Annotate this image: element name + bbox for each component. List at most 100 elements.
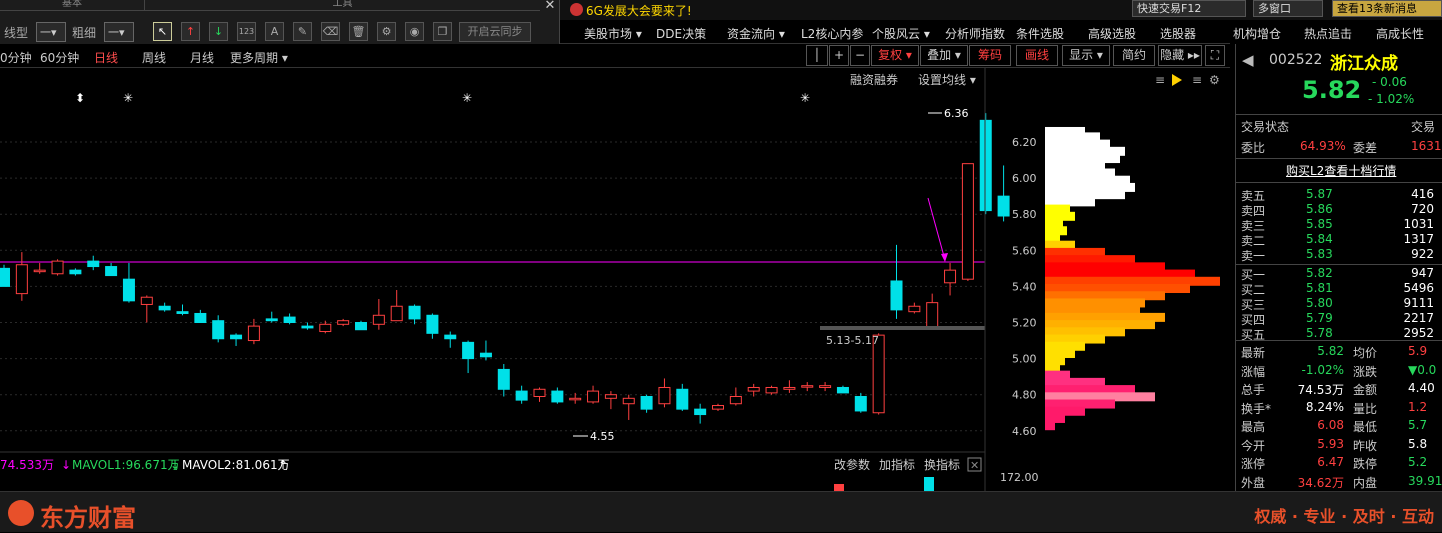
period-60min[interactable]: 60分钟 (40, 49, 79, 66)
chip-button[interactable]: 筹码 (969, 45, 1011, 66)
low-annotation: 4.55 (590, 430, 615, 443)
menu-hotspot[interactable]: 热点追击 (1304, 25, 1352, 42)
cursor-tool-icon[interactable]: ↖ (153, 22, 172, 41)
candle-down (444, 334, 457, 340)
drawing-tool-panel: 基本 工具 线型 一▾ 粗细 一▾ ↖ ↑ ↓ 123 A ✎ ⌫ 🗑 ⚙ ◉ … (0, 0, 560, 50)
number-tool-icon[interactable]: 123 (237, 22, 256, 41)
stock-name: 浙江众成 (1330, 54, 1398, 74)
menu-stock-picker[interactable]: 选股器 (1160, 25, 1196, 42)
news-ticker[interactable]: 6G发展大会要来了! (586, 2, 692, 19)
stat-label: 最高 (1241, 420, 1266, 434)
zoom-out-icon[interactable]: − (850, 45, 870, 66)
draw-line-button[interactable]: 画线 (1016, 45, 1058, 66)
period-more[interactable]: 更多周期 ▾ (230, 49, 288, 66)
candle-down (676, 388, 689, 410)
display-button[interactable]: 显示 ▾ (1062, 45, 1110, 66)
menu-advanced-screener[interactable]: 高级选股 (1088, 25, 1136, 42)
candle-down (497, 368, 510, 390)
messages-button[interactable]: 查看13条新消息 (1332, 0, 1442, 17)
down-arrow-tool-icon[interactable]: ↓ (209, 22, 228, 41)
overlay-button[interactable]: 叠加 ▾ (920, 45, 968, 66)
stat-label: 量比 (1353, 401, 1378, 416)
candle-down (87, 260, 100, 268)
stat-value: 5.93 (1317, 436, 1344, 451)
menu-analyst-index[interactable]: 分析师指数 (945, 25, 1005, 42)
candle-down (694, 408, 707, 416)
logo-icon (8, 500, 34, 526)
price-tick: 6.20 (1012, 136, 1037, 149)
down-arrow-icon: ↓ (61, 458, 71, 472)
candle-up (587, 390, 600, 403)
kline-chart[interactable]: 5.13-5.17 6.36 4.55 ⬍ ✳ ✳ ✳ 融资融券 设置均线 ▾ … (0, 68, 1230, 491)
candle-down (283, 316, 296, 324)
stat-label: 涨停 (1241, 457, 1266, 471)
margin-trading-label: 融资融券 (850, 72, 898, 87)
list-icon: ≡ (1155, 73, 1165, 87)
quick-trade-button[interactable]: 快速交易F12 (1132, 0, 1246, 17)
period-monthly[interactable]: 月线 (190, 49, 214, 66)
up-arrow-tool-icon[interactable]: ↑ (181, 22, 200, 41)
candle-down (479, 352, 492, 358)
period-weekly[interactable]: 周线 (142, 49, 166, 66)
stat-value: 34.62万 (1297, 475, 1344, 490)
footer-bar: 东方财富 权威 · 专业 · 及时 · 互动 (0, 491, 1442, 532)
candle-up (926, 302, 939, 329)
hide-button[interactable]: 隐藏 ▸▸ (1158, 45, 1202, 66)
stat-value: 39.91 (1408, 473, 1442, 488)
volume-value: 74.533万 (0, 458, 54, 472)
fullscreen-icon[interactable]: ⛶ (1205, 45, 1225, 66)
menu-stock-story[interactable]: 个股风云 ▾ (872, 25, 930, 42)
pen-tool-icon[interactable]: ✎ (293, 22, 312, 41)
eraser-tool-icon[interactable]: ⌫ (321, 22, 340, 41)
trash-tool-icon[interactable]: 🗑 (349, 22, 368, 41)
minimize-chart-icon[interactable]: │ (806, 45, 828, 66)
play-icon (1172, 74, 1182, 86)
divider (1236, 158, 1442, 159)
menu-l2-insider[interactable]: L2核心内参 (801, 25, 863, 42)
ask-price: 5.84 (1306, 232, 1333, 246)
candle-up (604, 394, 617, 399)
period-30min[interactable]: 0分钟 (0, 49, 32, 66)
eye-icon[interactable]: ◉ (405, 22, 424, 41)
close-icon[interactable]: ✕ (541, 0, 559, 14)
bid-price: 5.78 (1306, 326, 1333, 340)
candle-up (337, 320, 350, 325)
multi-window-button[interactable]: 多窗口 (1253, 0, 1323, 17)
candle-down (355, 322, 367, 331)
menu-us-market[interactable]: 美股市场 ▾ (584, 25, 642, 42)
last-price: 5.82 (1302, 76, 1362, 104)
stat-value: -1.02% (1301, 362, 1344, 377)
stat-label: 跌停 (1353, 457, 1378, 471)
candle-down (836, 386, 849, 394)
simple-button[interactable]: 简约 (1113, 45, 1155, 66)
bid-volume: 947 (1411, 266, 1434, 280)
line-type-select[interactable]: 一▾ (36, 22, 66, 42)
price-tick: 5.80 (1012, 208, 1037, 221)
menu-institution-increase[interactable]: 机构增仓 (1233, 25, 1281, 42)
fuquan-button[interactable]: 复权 ▾ (871, 45, 919, 66)
trade-status-label: 交易状态 (1241, 120, 1290, 134)
prev-stock-icon[interactable]: ◀ (1242, 51, 1254, 69)
gear-icon[interactable]: ⚙ (377, 22, 396, 41)
divider (1236, 340, 1442, 341)
zoom-in-icon[interactable]: + (829, 45, 849, 66)
down-arrow-icon: ↓ (170, 458, 180, 472)
l2-upgrade-link[interactable]: 购买L2查看十档行情 (1286, 162, 1396, 179)
candle-down (979, 119, 992, 212)
bid-volume: 5496 (1403, 281, 1434, 295)
quick-trade-label: 快速交易F12 (1137, 2, 1202, 15)
period-daily[interactable]: 日线 (94, 49, 118, 66)
multi-window-label: 多窗口 (1258, 2, 1291, 15)
cloud-sync-button[interactable]: 开启云同步 (459, 22, 531, 42)
candle-down (105, 266, 118, 277)
menu-dde[interactable]: DDE决策 (656, 25, 706, 42)
menu-high-growth[interactable]: 高成长性 (1376, 25, 1424, 42)
candle-down (194, 312, 207, 324)
stat-value: 5.9 (1408, 344, 1428, 358)
text-tool-icon[interactable]: A (265, 22, 284, 41)
menu-fund-flow[interactable]: 资金流向 ▾ (727, 25, 785, 42)
marker-icon: ✳ (462, 91, 472, 105)
copy-icon[interactable]: ❐ (433, 22, 452, 41)
thickness-select[interactable]: 一▾ (104, 22, 134, 42)
menu-condition-screener[interactable]: 条件选股 (1016, 25, 1064, 42)
